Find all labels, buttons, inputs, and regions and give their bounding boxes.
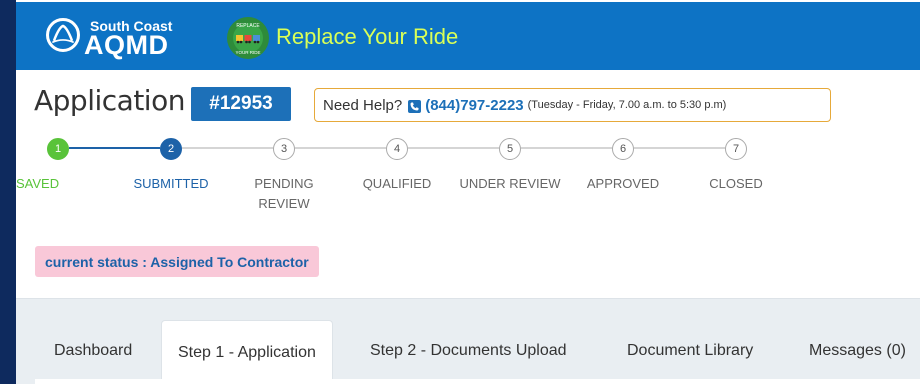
step-connector [295,147,386,149]
agency-name-text: AQMD [84,30,169,60]
help-hours-text: (Tuesday - Friday, 7.00 a.m. to 5:30 p.m… [527,99,727,111]
tab-dashboard[interactable]: Dashboard [54,320,132,382]
step-connector [408,147,499,149]
current-status-badge: current status : Assigned To Contractor [35,246,319,277]
top-header: South Coast AQMD REPLACE YOUR RIDE Repla… [16,2,920,70]
aqmd-logo-icon [46,18,80,52]
tab-bar: Dashboard Step 1 - Application Step 2 - … [16,298,920,384]
program-title[interactable]: Replace Your Ride [276,24,458,50]
step-2-indicator: 2 [160,138,182,160]
step-6-label: APPROVED [586,176,660,191]
step-3-indicator: 3 [273,138,295,160]
step-connector [182,147,273,149]
step-4-indicator: 4 [386,138,408,160]
aqmd-logo[interactable]: South Coast AQMD [44,14,204,62]
help-phone-link[interactable]: (844)797-2223 [425,97,523,114]
step-1-label: SAVED [16,176,60,191]
tab-content-panel [35,379,920,384]
step-connector [69,147,160,149]
app-frame: South Coast AQMD REPLACE YOUR RIDE Repla… [16,0,920,384]
application-number-badge: #12953 [191,87,291,121]
replace-your-ride-badge-icon: REPLACE YOUR RIDE [227,17,269,59]
badge-top-text: REPLACE [236,23,260,29]
help-label: Need Help? [323,96,403,114]
step-connector [521,147,612,149]
step-7-label: CLOSED [709,176,763,191]
help-contact-box: Need Help? (844)797-2223 (Tuesday - Frid… [314,88,831,122]
tab-step-1-application[interactable]: Step 1 - Application [161,320,333,384]
step-4-label: QUALIFIED [362,176,432,191]
tab-step-2-documents-upload[interactable]: Step 2 - Documents Upload [370,320,567,382]
tab-document-library[interactable]: Document Library [627,320,753,382]
step-5-label: UNDER REVIEW [459,176,561,191]
badge-bottom-text: YOUR RIDE [235,50,260,55]
phone-icon [408,99,422,113]
step-5-indicator: 5 [499,138,521,160]
step-3-label: PENDING REVIEW [254,176,314,211]
step-connector [634,147,725,149]
step-2-label: SUBMITTED [133,176,209,191]
step-7-indicator: 7 [725,138,747,160]
status-stepper: 1 SAVED 2 SUBMITTED 3 PENDING REVIEW 4 QUALIFIE… [16,136,920,216]
tab-messages[interactable]: Messages (0) [809,320,906,382]
step-1-indicator: 1 [47,138,69,160]
step-6-indicator: 6 [612,138,634,160]
page-title: Application [34,84,185,117]
